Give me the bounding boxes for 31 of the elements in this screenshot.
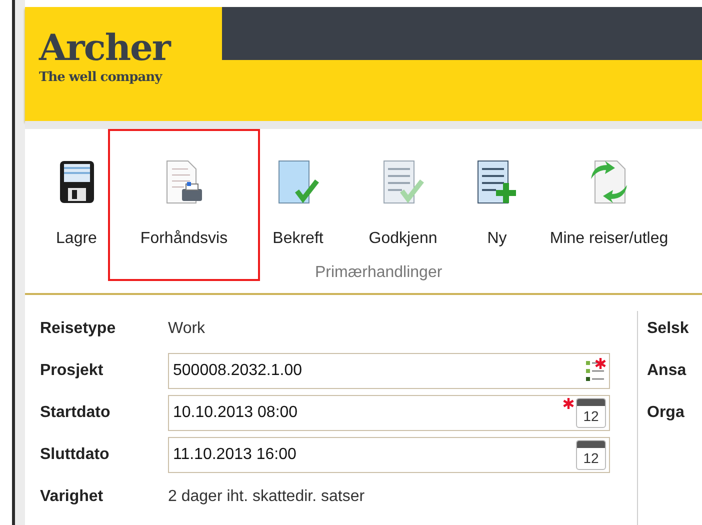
list-icon[interactable] [585, 358, 605, 384]
calendar-icon[interactable]: 12 [576, 440, 606, 470]
field-label: Reisetype [40, 319, 117, 339]
field-label: Orga [647, 403, 686, 423]
field-label: Startdato [40, 403, 112, 423]
field-label: Varighet [40, 487, 104, 507]
date-field[interactable]: 10.10.2013 08:00 12 [168, 395, 610, 431]
logo-title: Archer [39, 26, 172, 69]
field-value: Work [168, 319, 206, 339]
required-icon [595, 358, 606, 369]
toolbar-button[interactable]: Forhåndsvis [108, 128, 260, 281]
toolbar-button[interactable]: Bekreft [260, 128, 336, 253]
page-check-icon [277, 158, 319, 205]
logo-tagline: The well company [39, 68, 164, 87]
field-label: Ansa [647, 361, 688, 381]
date-field[interactable]: 11.10.2013 16:00 12 [168, 437, 610, 473]
field-label: Prosjekt [40, 361, 104, 381]
calendar-icon[interactable]: 12 [576, 398, 606, 428]
document-printer-icon [164, 158, 204, 205]
toolbar-button[interactable]: Lagre [45, 128, 108, 253]
form-plus-icon [476, 158, 518, 205]
toolbar-button[interactable]: Ny [470, 128, 524, 253]
field-label: Sluttdato [40, 445, 110, 465]
field-value: 2 dager iht. skattedir. satser [168, 487, 365, 507]
toolbar-button[interactable]: Mine reiser/utleg [524, 128, 694, 253]
toolbar-button[interactable]: Godkjenn [336, 128, 470, 253]
form-check-icon [382, 158, 424, 205]
required-icon [563, 398, 574, 409]
lookup-field[interactable]: 500008.2032.1.00 [168, 353, 610, 389]
field-label: Selsk [647, 319, 689, 339]
group-label: Primærhandlinger [315, 262, 442, 283]
